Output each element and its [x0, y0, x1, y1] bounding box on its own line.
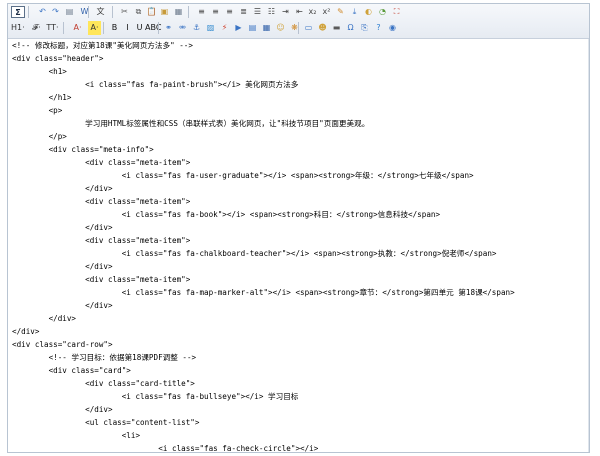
copy-icon[interactable]: ⧉ [132, 5, 145, 19]
ordered-list-icon[interactable]: ☰ [251, 5, 264, 19]
code-line: <i class="fas fa-paint-brush"></i> 美化网页方… [12, 80, 299, 89]
table-icon[interactable]: ▦ [260, 21, 273, 35]
flash-icon[interactable]: ⚡ [218, 21, 231, 35]
code-line: 学习用HTML标签属性和CSS（串联样式表）美化网页，让"科技节项目"页面更美观… [12, 119, 370, 128]
code-line: <div class="meta-item"> [12, 236, 191, 245]
align-center-icon[interactable]: ≡ [209, 5, 222, 19]
toolbar-separator [298, 22, 299, 34]
code-line: <i class="fas fa-chalkboard-teacher"></i… [12, 249, 497, 258]
code-line: <h1> [12, 67, 67, 76]
undo-icon[interactable]: ↶ [36, 5, 49, 19]
outdent-icon[interactable]: ⇤ [293, 5, 306, 19]
toolbar-row-2: H1· 𝓕· TT· A· A· B I U ABC ⚭ ⚮ ⚓ ▨ ⚡ ▶ ▤ ▦ ☺ ❋ ▭ ☻ ▬ Ω ⎘? ◉ [8, 20, 589, 36]
code-line: </p> [12, 132, 67, 141]
redo-icon[interactable]: ↷ [49, 5, 62, 19]
code-line: <i class="fas fa-user-graduate"></i> <sp… [12, 171, 474, 180]
code-line: <div class="card"> [12, 366, 131, 375]
code-line: <ul class="content-list"> [12, 418, 200, 427]
code-line: <li> [12, 431, 141, 440]
code-line: </div> [12, 327, 40, 336]
toolbar-separator [88, 6, 89, 18]
unordered-list-icon[interactable]: ☷ [265, 5, 278, 19]
toolbar-separator [103, 22, 104, 34]
code-line: <div class="card-row"> [12, 340, 113, 349]
align-right-icon[interactable]: ≡ [223, 5, 236, 19]
code-line: <div class="meta-item"> [12, 275, 191, 284]
about-icon[interactable]: ◉ [386, 21, 399, 35]
media-icon[interactable]: ▶ [232, 21, 245, 35]
help-icon[interactable]: ? [372, 21, 385, 35]
toolbar-separator [28, 6, 29, 18]
print-icon[interactable]: ◐ [362, 5, 375, 19]
text-color-icon[interactable]: A· [71, 21, 84, 35]
code-line: <div class="card-title"> [12, 379, 195, 388]
code-line: <i class="fas fa-map-marker-alt"></i> <s… [12, 288, 515, 297]
page-break-icon[interactable]: ⎘ [358, 21, 371, 35]
toolbar-row-1: Σ ↶ ↷ ▤ W 文 ✂ ⧉ 📋 ▣ ▦ ≡ ≡ ≡ ≣ ☰ ☷ ⇥ ⇤ x₂ x² ✎ ⤓ ◐ ◔ ⛶ [8, 4, 589, 20]
code-line: </h1> [12, 93, 72, 102]
find-replace-icon[interactable]: ▦ [172, 5, 185, 19]
code-line: </div> [12, 262, 113, 271]
subscript-icon[interactable]: x₂ [306, 5, 319, 19]
template-icon[interactable]: ❋ [288, 21, 301, 35]
paste-text-icon[interactable]: ▤ [63, 5, 76, 19]
superscript-icon[interactable]: x² [320, 5, 333, 19]
code-line: <div class="header"> [12, 54, 104, 63]
html-editor: Σ ↶ ↷ ▤ W 文 ✂ ⧉ 📋 ▣ ▦ ≡ ≡ ≡ ≣ ☰ ☷ ⇥ ⇤ x₂ x² ✎ ⤓ ◐ ◔ ⛶ H1· 𝓕· TT· A· A… [7, 3, 590, 453]
font-size-icon[interactable]: TT· [46, 21, 59, 35]
code-line: <div class="meta-item"> [12, 158, 191, 167]
link-icon[interactable]: ⚭ [162, 21, 175, 35]
unlink-icon[interactable]: ⚮ [176, 21, 189, 35]
toolbar-separator [188, 6, 189, 18]
anchor-icon[interactable]: ⚓ [190, 21, 203, 35]
paste-special-icon[interactable]: ▣ [158, 5, 171, 19]
code-line: <i class="fas fa-check-circle"></i> [12, 444, 319, 453]
paste-icon[interactable]: 📋 [145, 5, 158, 19]
source-button[interactable]: Σ [11, 6, 25, 18]
align-left-icon[interactable]: ≡ [195, 5, 208, 19]
background-color-icon[interactable]: A· [88, 21, 101, 35]
paste-format-icon[interactable]: 文 [94, 5, 107, 19]
editor-edge [588, 39, 589, 452]
code-line: <p> [12, 106, 63, 115]
toolbar-separator [158, 22, 159, 34]
image-icon[interactable]: ▨ [204, 21, 217, 35]
source-code-area[interactable]: <!-- 修改标题，对应第18课"美化网页方法多" --> <div class=… [8, 39, 589, 452]
indent-icon[interactable]: ⇥ [279, 5, 292, 19]
code-line: </div> [12, 223, 113, 232]
code-line: </div> [12, 405, 113, 414]
file-icon[interactable]: ▤ [246, 21, 259, 35]
code-line: </div> [12, 184, 113, 193]
toolbar-separator [63, 22, 64, 34]
cut-icon[interactable]: ✂ [118, 5, 131, 19]
bold-icon[interactable]: B [108, 21, 121, 35]
code-line: <div class="meta-info"> [12, 145, 154, 154]
code-line: <!-- 学习目标：依据第18课PDF调整 --> [12, 353, 197, 362]
emoticon-icon[interactable]: ☺ [274, 21, 287, 35]
paste-word-icon[interactable]: W [78, 5, 91, 19]
select-all-icon[interactable]: ⤓ [348, 5, 361, 19]
code-line: </div> [12, 301, 113, 310]
code-line: <!-- 修改标题，对应第18课"美化网页方法多" --> [12, 41, 193, 50]
code-line: <i class="fas fa-bullseye"></i> 学习目标 [12, 392, 299, 401]
clear-format-icon[interactable]: ✎ [334, 5, 347, 19]
code-line: </div> [12, 314, 77, 323]
font-family-icon[interactable]: 𝓕· [30, 21, 43, 35]
code-line: <i class="fas fa-book"></i> <span><stron… [12, 210, 441, 219]
code-line: <div class="meta-item"> [12, 197, 191, 206]
toolbar-separator [112, 6, 113, 18]
editor-toolbar: Σ ↶ ↷ ▤ W 文 ✂ ⧉ 📋 ▣ ▦ ≡ ≡ ≡ ≣ ☰ ☷ ⇥ ⇤ x₂ x² ✎ ⤓ ◐ ◔ ⛶ H1· 𝓕· TT· A· A… [8, 4, 589, 39]
heading-icon[interactable]: H1· [11, 21, 25, 35]
special-char-icon[interactable]: Ω [344, 21, 357, 35]
code-icon[interactable]: ▭ [302, 21, 315, 35]
preview-icon[interactable]: ◔ [376, 5, 389, 19]
align-justify-icon[interactable]: ≣ [237, 5, 250, 19]
fullscreen-icon[interactable]: ⛶ [390, 5, 403, 19]
horizontal-rule-icon[interactable]: ▬ [330, 21, 343, 35]
map-icon[interactable]: ☻ [316, 21, 329, 35]
